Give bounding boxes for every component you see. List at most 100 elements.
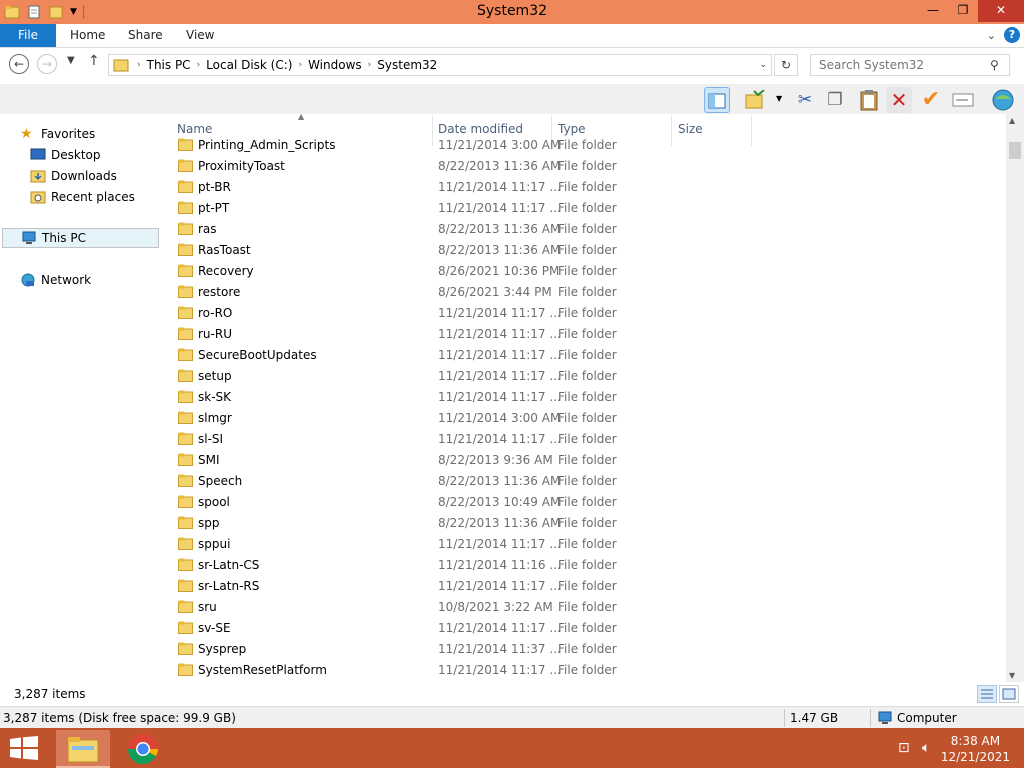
details-size: 1.47 GB [790,711,839,725]
file-type: File folder [558,453,617,467]
close-button[interactable]: ✕ [978,0,1024,22]
table-row[interactable]: sru 10/8/2021 3:22 AM File folder [170,597,790,618]
folder-options-icon[interactable] [742,87,768,113]
table-row[interactable]: sr-Latn-CS 11/21/2014 11:16 ... File folde… [170,555,790,576]
table-row[interactable]: Recovery 8/26/2021 10:36 PM File folder [170,261,790,282]
table-row[interactable]: ru-RU 11/21/2014 11:17 ... File folder [170,324,790,345]
back-button[interactable]: ← [9,54,29,74]
checkmark-icon[interactable]: ✔ [918,87,944,113]
chevron-down-icon[interactable]: ▼ [776,94,782,103]
breadcrumb-windows[interactable]: Windows [304,58,366,72]
table-row[interactable]: slmgr 11/21/2014 3:00 AM File folder [170,408,790,429]
table-row[interactable]: spp 8/22/2013 11:36 AM File folder [170,513,790,534]
table-row[interactable]: Sysprep 11/21/2014 11:37 ... File folder [170,639,790,660]
tab-home[interactable]: Home [70,24,105,47]
file-name: spp [198,516,220,530]
computer-icon [878,711,892,724]
rename-icon[interactable] [950,87,976,113]
expand-ribbon-icon[interactable]: ⌄ [987,29,996,42]
nav-desktop[interactable]: Desktop [30,145,187,165]
breadcrumb-this-pc[interactable]: This PC [143,58,195,72]
tab-share[interactable]: Share [128,24,163,47]
cut-icon[interactable]: ✂ [792,87,818,113]
volume-muted-icon[interactable]: 🔈︎ [922,740,930,756]
table-row[interactable]: SystemResetPlatform 11/21/2014 11:17 ... F… [170,660,790,681]
nav-recent-places[interactable]: Recent places [30,187,187,207]
tab-view[interactable]: View [186,24,214,47]
taskbar-chrome[interactable] [116,730,170,768]
nav-downloads[interactable]: Downloads [30,166,187,186]
folder-icon [178,327,193,340]
folder-icon [178,390,193,403]
scroll-down-icon[interactable]: ▼ [1009,671,1015,680]
nav-recent-label: Recent places [51,190,135,204]
table-row[interactable]: sppui 11/21/2014 11:17 ... File folder [170,534,790,555]
refresh-button[interactable]: ↻ [774,54,798,76]
breadcrumb-system32[interactable]: System32 [373,58,441,72]
table-row[interactable]: ras 8/22/2013 11:36 AM File folder [170,219,790,240]
up-arrow-icon[interactable]: ↑ [88,53,100,69]
table-row[interactable]: sv-SE 11/21/2014 11:17 ... File folder [170,618,790,639]
search-icon[interactable]: ⚲ [990,58,999,72]
breadcrumb-separator-icon[interactable]: › [366,60,374,70]
details-view-button[interactable] [977,685,997,703]
windows-start-icon[interactable] [10,736,38,760]
taskbar-clock[interactable]: 8:38 AM 12/21/2021 [941,733,1010,765]
file-list: ▲ Name Date modified Type Size Printing_… [170,114,1006,682]
tab-file[interactable]: File [0,24,56,47]
folder-icon [178,138,193,151]
file-type: File folder [558,201,617,215]
copy-icon[interactable]: ❐ [822,87,848,113]
scroll-up-icon[interactable]: ▲ [1009,116,1015,125]
table-row[interactable]: RasToast 8/22/2013 11:36 AM File folder [170,240,790,261]
table-row[interactable]: SecureBootUpdates 11/21/2014 11:17 ... Fil… [170,345,790,366]
table-row[interactable]: pt-PT 11/21/2014 11:17 ... File folder [170,198,790,219]
taskbar-file-explorer[interactable] [56,730,110,768]
file-date-modified: 11/21/2014 11:17 ... [438,180,561,194]
table-row[interactable]: sr-Latn-RS 11/21/2014 11:17 ... File folde… [170,576,790,597]
search-input[interactable] [810,54,1010,76]
recent-locations-icon[interactable]: ▼ [67,55,75,66]
paste-icon[interactable] [856,87,882,113]
file-type: File folder [558,306,617,320]
table-row[interactable]: pt-BR 11/21/2014 11:17 ... File folder [170,177,790,198]
file-name: sl-SI [198,432,224,446]
help-icon[interactable]: ? [1004,27,1020,43]
file-name: SecureBootUpdates [198,348,317,362]
table-row[interactable]: SMI 8/22/2013 9:36 AM File folder [170,450,790,471]
table-row[interactable]: sl-SI 11/21/2014 11:17 ... File folder [170,429,790,450]
address-bar[interactable]: › This PC › Local Disk (C:) › Windows › … [108,54,772,76]
minimize-button[interactable]: — [918,0,948,22]
table-row[interactable]: sk-SK 11/21/2014 11:17 ... File folder [170,387,790,408]
preview-pane-icon[interactable] [704,87,730,113]
restore-button[interactable]: ❐ [948,0,978,22]
breadcrumb-separator-icon[interactable]: › [135,60,143,70]
table-row[interactable]: Printing_Admin_Scripts 11/21/2014 3:00 AM… [170,135,790,156]
breadcrumb-local-disk[interactable]: Local Disk (C:) [202,58,296,72]
table-row[interactable]: setup 11/21/2014 11:17 ... File folder [170,366,790,387]
table-row[interactable]: restore 8/26/2021 3:44 PM File folder [170,282,790,303]
table-row[interactable]: Speech 8/22/2013 11:36 AM File folder [170,471,790,492]
file-name: Speech [198,474,243,488]
globe-icon[interactable] [990,87,1016,113]
delete-icon[interactable]: ✕ [886,87,912,113]
table-row[interactable]: ro-RO 11/21/2014 11:17 ... File folder [170,303,790,324]
table-row[interactable]: spool 8/22/2013 10:49 AM File folder [170,492,790,513]
file-name: Printing_Admin_Scripts [198,138,336,152]
file-date-modified: 11/21/2014 11:37 ... [438,642,561,656]
large-icons-view-button[interactable] [999,685,1019,703]
network-tray-icon[interactable]: ⊡ [898,740,910,756]
forward-button[interactable]: → [37,54,57,74]
file-name: sru [198,600,217,614]
nav-this-pc[interactable]: This PC [2,228,159,248]
scrollbar-thumb[interactable] [1009,142,1021,159]
file-date-modified: 8/22/2013 10:49 AM [438,495,561,509]
breadcrumb-separator-icon[interactable]: › [195,60,203,70]
nav-network[interactable]: Network [20,270,177,290]
address-dropdown-icon[interactable]: ⌄ [759,60,767,70]
folder-icon [178,600,193,613]
vertical-scrollbar[interactable]: ▲ ▼ [1006,114,1024,682]
breadcrumb-separator-icon[interactable]: › [296,60,304,70]
table-row[interactable]: ProximityToast 8/22/2013 11:36 AM File fol… [170,156,790,177]
nav-favorites[interactable]: ★ Favorites [20,124,177,144]
